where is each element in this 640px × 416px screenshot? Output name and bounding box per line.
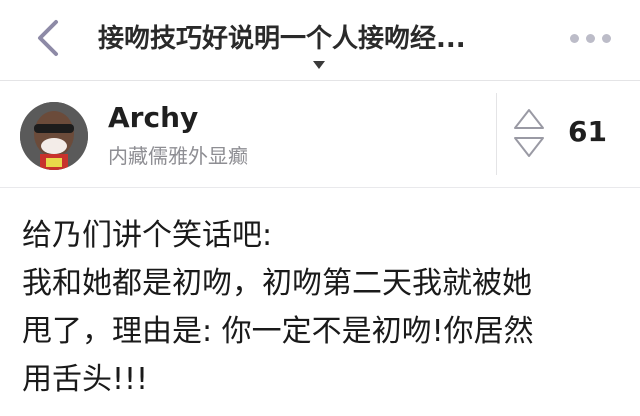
author-row: Archy 内藏儒雅外显癫 61 — [0, 81, 640, 188]
avatar[interactable] — [20, 102, 88, 170]
question-title: 接吻技巧好说明一个人接吻经... — [98, 24, 466, 54]
answer-line: 用舌头!!! — [22, 362, 149, 397]
divider — [496, 93, 497, 175]
answer-line: 给乃们讲个笑话吧: — [22, 218, 273, 253]
vote-count: 61 — [568, 115, 607, 148]
answer-line: 甩了，理由是: 你一定不是初吻!你居然 — [22, 314, 534, 349]
question-title-button[interactable]: 接吻技巧好说明一个人接吻经... — [98, 18, 548, 69]
answer-line: 我和她都是初吻，初吻第二天我就被她 — [22, 266, 532, 301]
author-name[interactable]: Archy — [108, 101, 198, 135]
chevron-left-icon — [38, 20, 58, 56]
vote-arrows-icon[interactable] — [512, 107, 546, 159]
top-bar: 接吻技巧好说明一个人接吻经... — [0, 0, 640, 81]
more-options-button[interactable] — [570, 30, 616, 46]
vote-widget[interactable]: 61 — [512, 103, 622, 163]
caret-down-icon — [313, 61, 325, 69]
more-horizontal-icon — [570, 33, 579, 43]
back-button[interactable] — [34, 18, 64, 58]
more-horizontal-icon — [586, 33, 595, 43]
answer-body: 给乃们讲个笑话吧: 我和她都是初吻，初吻第二天我就被她 甩了，理由是: 你一定不… — [22, 212, 622, 404]
answer-page: 接吻技巧好说明一个人接吻经... Archy 内藏儒雅外显癫 61 给乃们讲个笑… — [0, 0, 640, 416]
author-bio: 内藏儒雅外显癫 — [108, 144, 248, 168]
more-horizontal-icon — [602, 33, 611, 43]
avatar-image — [20, 102, 88, 170]
